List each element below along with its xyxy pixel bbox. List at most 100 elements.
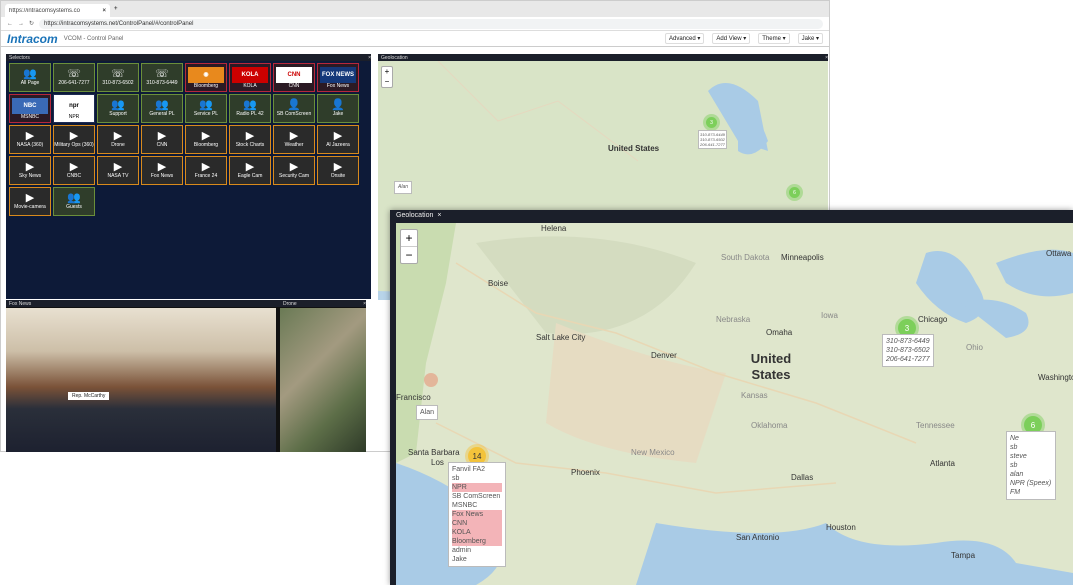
top-menu: Advanced ▾ Add View ▾ Theme ▾ Jake ▾ — [664, 33, 823, 44]
add-view-menu[interactable]: Add View ▾ — [712, 33, 751, 44]
close-icon[interactable]: × — [102, 8, 106, 14]
tile-label: 310-873-6449 — [146, 80, 178, 86]
zoom-control[interactable]: + − — [400, 229, 418, 264]
video-caption: Rep. McCarthy — [68, 392, 110, 400]
zoom-out-button[interactable]: − — [401, 246, 417, 263]
url-input[interactable]: https://intracomsystems.net/ControlPanel… — [39, 18, 823, 29]
zoom-in-button[interactable]: + — [401, 230, 417, 246]
map-cluster[interactable]: 6 — [789, 187, 800, 198]
selector-tile[interactable]: ▶ Al Jazeera — [317, 125, 359, 154]
tile-label: Eagle Cam — [237, 173, 263, 179]
kola-logo: KOLA — [232, 66, 268, 83]
selector-tile[interactable]: ☏ 310-873-6449 — [141, 63, 183, 92]
user-menu[interactable]: Jake ▾ — [797, 33, 823, 44]
tile-label: 310-873-6502 — [102, 80, 134, 86]
selector-tile[interactable]: CNN CNN — [273, 63, 315, 92]
close-icon[interactable]: × — [368, 55, 371, 61]
map-popup-la: Fanvil FA2 sb NPR SB ComScreen MSNBC Fox News… — [448, 462, 506, 567]
selector-tile[interactable]: ▶ Fox News — [141, 156, 183, 185]
video-icon: ▶ — [245, 161, 255, 173]
selector-tile[interactable]: ▶ Military Ops (360) — [53, 125, 95, 154]
video-stream[interactable]: Rep. McCarthy — [6, 308, 276, 452]
popup-line: Bloomberg — [452, 537, 502, 546]
selectors-panel: Selectors × 👥 All Page ☏ 206-641-7277 ☏ 310-87… — [6, 54, 371, 299]
selector-tile[interactable]: 👥 General PL — [141, 94, 183, 123]
selector-tile[interactable]: 👥 Support — [97, 94, 139, 123]
tile-label: Stock Charts — [235, 142, 265, 148]
forward-icon[interactable]: → — [18, 21, 24, 27]
close-icon[interactable]: × — [825, 55, 828, 61]
close-icon[interactable]: × — [363, 301, 366, 307]
advanced-menu[interactable]: Advanced ▾ — [664, 33, 705, 44]
zoom-control[interactable]: + − — [381, 66, 393, 88]
selector-tile[interactable]: ▶ Sky News — [9, 156, 51, 185]
selector-tile[interactable]: 👥 All Page — [9, 63, 51, 92]
selector-tile[interactable]: 👤 SB ComScreen — [273, 94, 315, 123]
tile-label: Military Ops (360) — [54, 142, 94, 148]
selector-tile[interactable]: ▶ CNBC — [53, 156, 95, 185]
city-label: Santa Barbara — [408, 448, 460, 457]
reload-icon[interactable]: ↻ — [29, 20, 34, 27]
back-icon[interactable]: ← — [7, 21, 13, 27]
panel-header: Geolocation × — [378, 54, 828, 61]
alan-marker-label[interactable]: Alan — [394, 181, 413, 194]
selector-tile[interactable]: ▶ Weather — [273, 125, 315, 154]
selector-tile[interactable]: npr NPR — [53, 94, 95, 123]
tile-label: 206-641-7277 — [58, 80, 90, 86]
tile-label: SB ComScreen — [276, 111, 312, 117]
city-label: Omaha — [766, 328, 793, 337]
selector-tile[interactable]: ▶ NASA (360) — [9, 125, 51, 154]
tile-label: All Page — [20, 80, 40, 86]
tile-label: Fox News — [326, 82, 350, 89]
selector-grid: 👥 All Page ☏ 206-641-7277 ☏ 310-873-6502 ☏ 310-… — [9, 63, 359, 216]
selector-tile[interactable]: ▶ Onsite — [317, 156, 359, 185]
city-label: Ottawa — [1046, 249, 1072, 258]
selector-tile[interactable]: ▶ France 24 — [185, 156, 227, 185]
close-icon[interactable]: × — [437, 212, 441, 219]
tile-label: CNN — [156, 142, 168, 148]
drone-video-panel[interactable]: Drone × — [280, 300, 366, 452]
alan-marker-label[interactable]: Alan — [416, 405, 439, 420]
selector-tile[interactable]: KOLA KOLA — [229, 63, 271, 92]
selector-tile[interactable]: ▶ Stock Charts — [229, 125, 271, 154]
selector-tile[interactable]: 👥 Radio PL 42 — [229, 94, 271, 123]
city-label: Dallas — [791, 473, 814, 482]
popup-line: admin — [452, 547, 472, 554]
selector-tile[interactable]: ▶ Bloomberg — [185, 125, 227, 154]
popup-line: SB ComScreen — [452, 493, 501, 500]
selector-tile[interactable]: ▶ Security Cam — [273, 156, 315, 185]
video-icon: ▶ — [201, 130, 211, 142]
geolocation-map[interactable]: + − Helena Minneapolis Ottawa Boise Sout… — [396, 223, 1073, 585]
tile-label: Radio PL 42 — [236, 111, 264, 117]
new-tab-icon[interactable]: + — [114, 6, 118, 12]
popup-line: sb — [1010, 462, 1018, 469]
selector-tile[interactable]: ▶ NASA TV — [97, 156, 139, 185]
selector-tile[interactable]: 👥 Service PL — [185, 94, 227, 123]
selector-tile[interactable]: 👥 Guests — [53, 187, 95, 216]
selector-tile[interactable]: ☏ 310-873-6502 — [97, 63, 139, 92]
tile-label: Sky News — [18, 173, 42, 179]
country-label: United States — [608, 144, 660, 153]
selector-tile[interactable]: ▶ CNN — [141, 125, 183, 154]
video-stream[interactable] — [280, 308, 366, 452]
browser-tab[interactable]: https://intracomsystems.co × — [5, 4, 110, 17]
selector-tile[interactable]: NBC MSNBC — [9, 94, 51, 123]
tab-title: https://intracomsystems.co — [9, 7, 81, 14]
theme-menu[interactable]: Theme ▾ — [758, 33, 790, 44]
location-marker[interactable] — [424, 373, 438, 387]
selector-tile[interactable]: ☏ 206-641-7277 — [53, 63, 95, 92]
state-label: Tennessee — [916, 421, 955, 430]
map-popup-chicago: 310-873-6449 310-873-6502 206-641-7277 — [882, 334, 934, 367]
city-label: Boise — [488, 279, 509, 288]
selector-tile[interactable]: ▶ Movie-camera — [9, 187, 51, 216]
selector-tile[interactable]: ▶ Eagle Cam — [229, 156, 271, 185]
selector-tile[interactable]: ▶ Drone — [97, 125, 139, 154]
state-label: Kansas — [741, 391, 768, 400]
group-icon: 👥 — [111, 99, 125, 111]
video-icon: ▶ — [25, 161, 35, 173]
selector-tile[interactable]: 👤 Jake — [317, 94, 359, 123]
selector-tile[interactable]: FOX NEWS Fox News — [317, 63, 359, 92]
map-cluster[interactable]: 3 — [706, 117, 717, 128]
popup-line: alan — [1010, 471, 1024, 478]
selector-tile[interactable]: ◉ Bloomberg — [185, 63, 227, 92]
